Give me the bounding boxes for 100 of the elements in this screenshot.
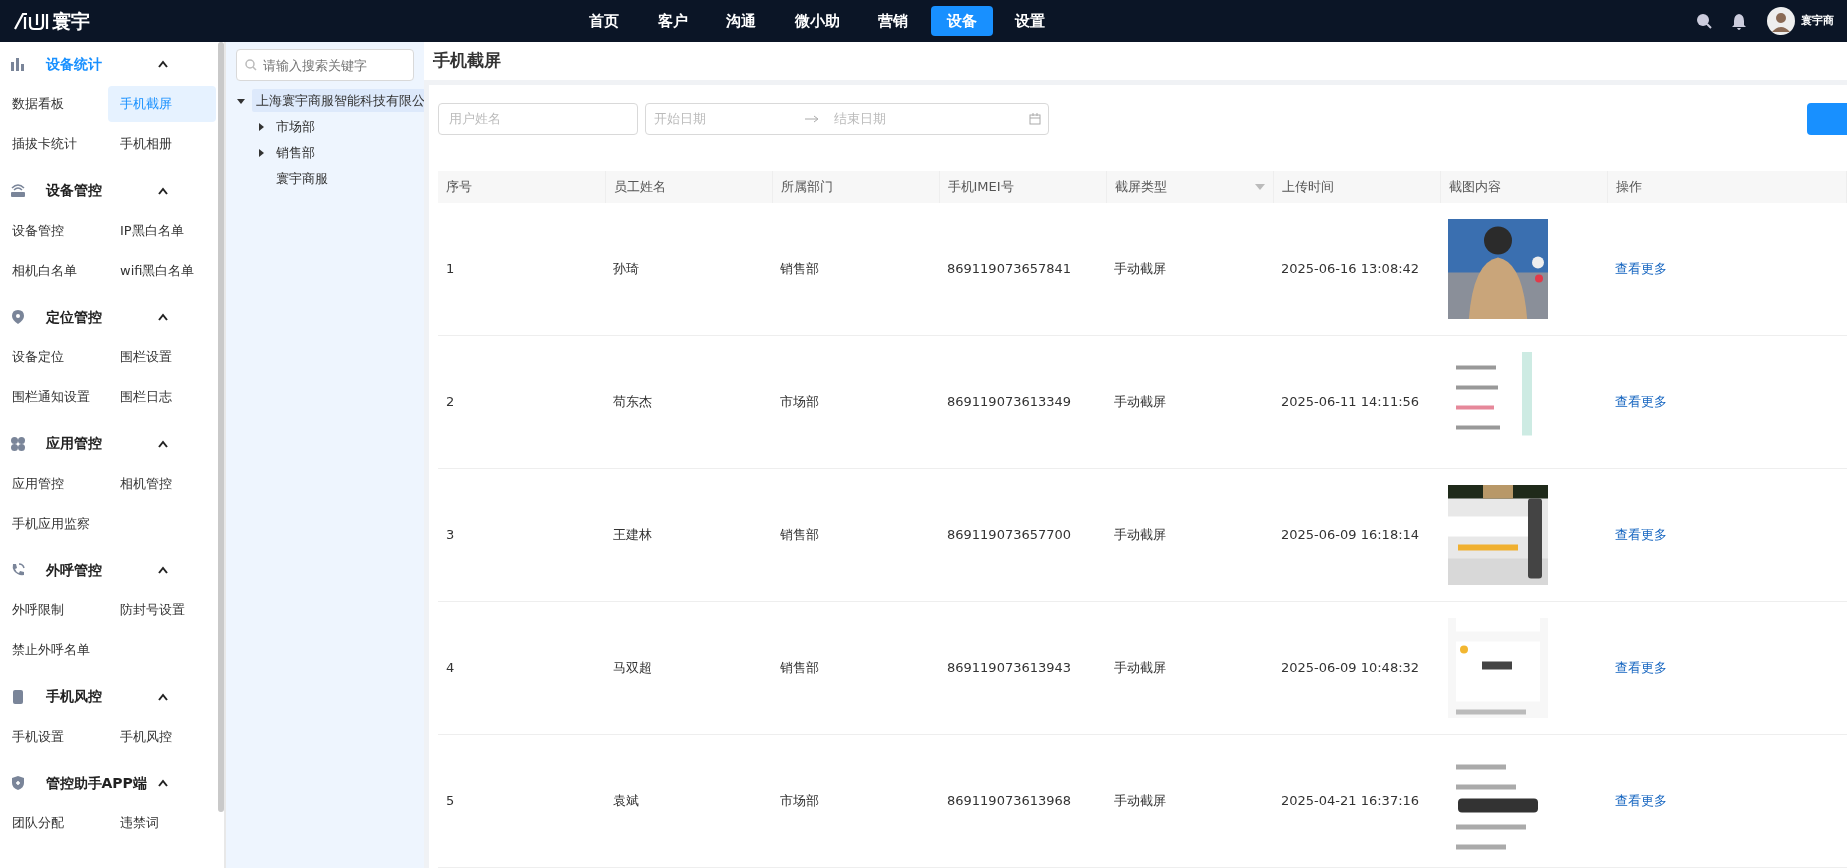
column-header: 员工姓名 [613,177,667,196]
table-cell: 2 [446,394,455,410]
sidebar-item[interactable]: 手机相册 [108,126,216,162]
nav-tab[interactable]: 设置 [999,5,1061,37]
sidebar-item[interactable]: 手机应用监察 [0,505,108,542]
phone-icon [10,688,26,705]
apps-icon [10,435,26,452]
table-cell: 手动截屏 [1114,793,1166,809]
view-more-link[interactable]: 查看更多 [1615,394,1667,410]
table-cell: 手动截屏 [1114,394,1166,410]
table-cell: 2025-06-11 14:11:56 [1281,394,1420,410]
table-cell: 2025-06-09 16:18:14 [1281,527,1420,543]
table-cell: 手动截屏 [1114,261,1166,276]
sidebar-group-title[interactable]: 管控助手APP端 [45,772,158,794]
sidebar-item[interactable]: IP黑白名单 [108,212,216,249]
sidebar-item[interactable]: 设备管控 [0,212,108,249]
avatar[interactable] [1766,7,1795,35]
date-range-field[interactable]: 开始日期 结束日期 [644,102,1049,135]
search-button[interactable] [1807,102,1847,135]
sidebar-group-title[interactable]: 外呼管控 [45,559,158,581]
caret-icon[interactable] [158,186,168,195]
table-cell: 手动截屏 [1114,660,1166,676]
table-cell: 1 [446,261,455,276]
sidebar-item[interactable]: 围栏通知设置 [0,379,108,415]
table-cell: 2025-04-21 16:37:16 [1281,793,1420,809]
calendar-icon [1029,112,1041,125]
sidebar-item[interactable]: 围栏日志 [108,379,216,415]
table-cell: 销售部 [780,527,819,543]
sidebar-item[interactable]: 插拔卡统计 [0,126,108,162]
table-cell: 2025-06-16 13:08:42 [1281,261,1420,276]
nav-tab[interactable]: 微小助 [778,5,856,37]
column-header: 所属部门 [780,177,834,196]
sidebar-item[interactable]: 禁止外呼名单 [0,632,108,668]
view-more-link[interactable]: 查看更多 [1615,660,1667,676]
caret-icon[interactable] [256,147,266,158]
sidebar-item[interactable]: 相机白名单 [0,252,108,289]
caret-icon[interactable] [158,566,168,574]
tree-node[interactable]: 寰宇商服 [272,166,332,191]
tree-node[interactable]: 市场部 [272,114,319,139]
caret-icon[interactable] [158,313,168,321]
table-cell: 王建林 [613,527,652,543]
sidebar-item[interactable]: 手机风控 [108,718,216,755]
arrow-icon [805,114,819,123]
sidebar-item[interactable]: 应用管控 [0,465,108,502]
table-cell: 4 [446,660,455,676]
bar-chart-icon [10,56,26,72]
sidebar-item[interactable]: 团队分配 [0,805,108,841]
nav-tab[interactable]: 沟通 [710,5,772,37]
name-field[interactable]: 用户姓名 [438,102,638,135]
search-icon [245,59,257,71]
table-cell: 869119073613943 [947,660,1072,676]
table-cell: 手动截屏 [1114,527,1166,543]
column-header: 操作 [1615,177,1643,196]
logo-icon [13,11,49,31]
caret-icon[interactable] [256,121,266,132]
scrollbar[interactable] [218,42,224,812]
tree-node[interactable]: 销售部 [272,140,319,165]
location-pin-icon [10,309,26,325]
table-cell: 销售部 [780,261,819,276]
column-header: 上传时间 [1281,177,1335,196]
view-more-link[interactable]: 查看更多 [1615,793,1667,809]
sidebar-item[interactable]: 设备定位 [0,339,108,375]
sidebar-item[interactable]: wifi黑白名单 [108,252,216,289]
search-field[interactable]: 请输入搜索关键字 [236,49,414,81]
sidebar-group-title[interactable]: 应用管控 [45,433,158,454]
user-name[interactable]: 寰宇商 [1801,12,1834,30]
sidebar-group-title[interactable]: 手机风控 [45,686,158,707]
bell-icon[interactable] [1731,12,1747,30]
table-cell: 869119073613968 [947,793,1072,809]
table-cell: 马双超 [613,660,652,676]
column-header: 截屏类型 [1114,177,1168,196]
sidebar-item[interactable]: 数据看板 [0,86,108,122]
table-cell: 869119073657700 [947,527,1072,543]
caret-icon[interactable] [158,779,168,787]
table-cell: 5 [446,793,455,809]
sidebar-group-title[interactable]: 定位管控 [45,306,158,328]
sidebar-item[interactable]: 外呼限制 [0,592,108,628]
sidebar-item[interactable]: 围栏设置 [108,339,216,375]
caret-icon[interactable] [158,60,168,68]
table-cell: 3 [446,527,455,543]
sidebar-item[interactable]: 手机设置 [0,718,108,755]
nav-tab[interactable]: 客户 [641,5,704,37]
table-cell: 袁斌 [613,793,639,809]
sidebar-item[interactable]: 防封号设置 [108,592,216,628]
nav-tab[interactable]: 首页 [573,5,635,37]
caret-icon[interactable] [158,692,168,701]
sidebar-item[interactable]: 相机管控 [108,465,216,502]
view-more-link[interactable]: 查看更多 [1615,261,1667,276]
search-icon[interactable] [1695,13,1712,29]
table-cell: 苟东杰 [613,394,652,410]
table-cell: 孙琦 [613,261,639,276]
table-cell: 市场部 [780,793,819,809]
sidebar-item[interactable]: 违禁词 [108,805,216,841]
tree-node[interactable]: 上海寰宇商服智能科技有限公 [252,88,424,113]
column-header: 手机IMEI号 [947,177,1015,196]
view-more-link[interactable]: 查看更多 [1615,527,1667,543]
nav-tab[interactable]: 营销 [862,5,924,37]
sidebar-group-title[interactable]: 设备管控 [45,180,158,201]
column-header: 序号 [446,177,473,196]
caret-icon[interactable] [158,439,168,448]
